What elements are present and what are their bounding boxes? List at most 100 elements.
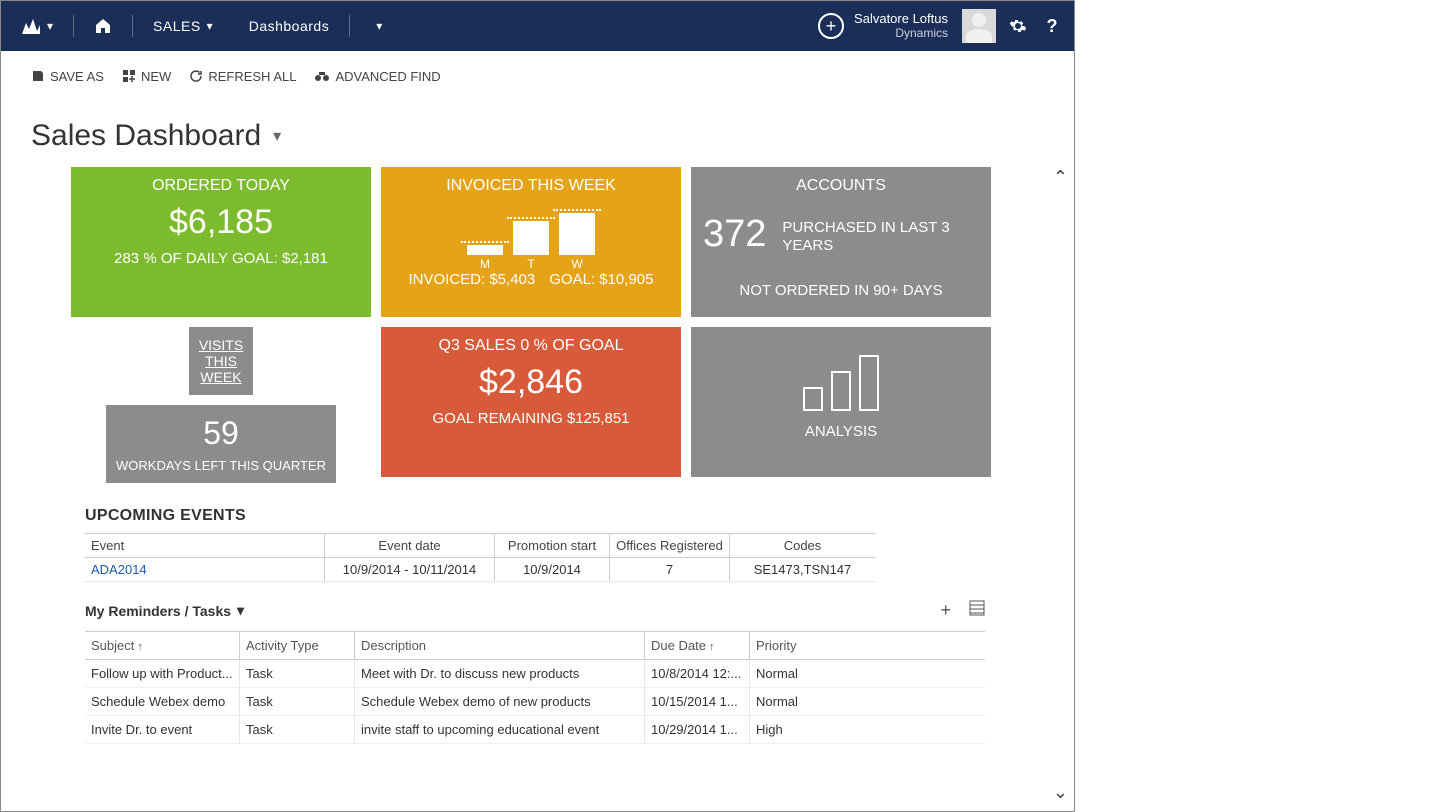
card-title: ACCOUNTS xyxy=(796,177,886,195)
col-type[interactable]: Activity Type xyxy=(240,632,355,659)
user-org: Dynamics xyxy=(854,27,948,40)
list-icon xyxy=(969,600,985,616)
app-window: ▾ SALES ▾ Dashboards ▾ + Sal xyxy=(0,0,1075,812)
col-promo[interactable]: Promotion start xyxy=(495,534,610,557)
col-codes[interactable]: Codes xyxy=(730,534,875,557)
task-type: Task xyxy=(240,660,355,687)
scroll-up-button[interactable]: ⌃ xyxy=(1053,167,1068,188)
avatar[interactable] xyxy=(962,9,996,43)
refresh-label: REFRESH ALL xyxy=(208,69,296,84)
col-date[interactable]: Event date xyxy=(325,534,495,557)
add-button[interactable]: + xyxy=(818,13,844,39)
nav-dashboards-dropdown[interactable]: ▾ xyxy=(360,13,392,39)
bar-t: T xyxy=(513,221,549,255)
visits-label: VISITS THIS WEEK xyxy=(199,337,243,385)
events-table: Event Event date Promotion start Offices… xyxy=(85,533,875,582)
logo-button[interactable]: ▾ xyxy=(11,11,63,41)
workdays-value: 59 xyxy=(203,415,239,452)
card-invoiced-week[interactable]: INVOICED THIS WEEK M T W INVOICED: $5,40… xyxy=(381,167,681,317)
upcoming-events-section: UPCOMING EVENTS Event Event date Promoti… xyxy=(1,477,1074,582)
page-title-row: Sales Dashboard ▾ xyxy=(1,91,1074,167)
card-title: Q3 SALES 0 % OF GOAL xyxy=(439,337,624,355)
chevron-down-icon: ▾ xyxy=(47,19,53,33)
settings-button[interactable] xyxy=(1006,14,1030,38)
events-row[interactable]: ADA2014 10/9/2014 - 10/11/2014 10/9/2014… xyxy=(85,558,875,582)
col-offices[interactable]: Offices Registered xyxy=(610,534,730,557)
card-q3-sales[interactable]: Q3 SALES 0 % OF GOAL $2,846 GOAL REMAINI… xyxy=(381,327,681,477)
accounts-row: 372 PURCHASED IN LAST 3 YEARS xyxy=(703,209,979,264)
event-date: 10/9/2014 - 10/11/2014 xyxy=(325,558,495,581)
advanced-find-button[interactable]: ADVANCED FIND xyxy=(314,69,440,84)
card-title: ORDERED TODAY xyxy=(152,177,290,195)
card-analysis[interactable]: ANALYSIS xyxy=(691,327,991,477)
scroll-down-button[interactable]: ⌄ xyxy=(1053,782,1068,803)
col-due[interactable]: Due Date xyxy=(645,632,750,659)
card-workdays[interactable]: 59 WORKDAYS LEFT THIS QUARTER xyxy=(106,405,336,483)
reminders-title-dropdown[interactable]: My Reminders / Tasks ▾ xyxy=(85,602,244,619)
card-ordered-today[interactable]: ORDERED TODAY $6,185 283 % OF DAILY GOAL… xyxy=(71,167,371,317)
workdays-sub: WORKDAYS LEFT THIS QUARTER xyxy=(116,458,326,473)
nav-right: + Salvatore Loftus Dynamics ? xyxy=(818,9,1064,43)
task-subject: Follow up with Product... xyxy=(85,660,240,687)
task-row[interactable]: Follow up with Product... Task Meet with… xyxy=(85,660,985,688)
analysis-icon xyxy=(803,351,879,411)
advanced-find-label: ADVANCED FIND xyxy=(335,69,440,84)
nav-dashboards[interactable]: Dashboards xyxy=(239,12,340,40)
card-value: $2,846 xyxy=(479,363,583,402)
refresh-button[interactable]: REFRESH ALL xyxy=(189,69,296,84)
command-toolbar: SAVE AS NEW REFRESH ALL ADVANCED FIND xyxy=(1,51,1074,91)
nav-sales[interactable]: SALES ▾ xyxy=(143,12,223,40)
task-priority: Normal xyxy=(750,660,900,687)
bar-icon xyxy=(831,371,851,411)
col-event[interactable]: Event xyxy=(85,534,325,557)
reminders-header: My Reminders / Tasks ▾ + xyxy=(85,600,985,621)
invoiced-amount: INVOICED: $5,403 xyxy=(409,271,536,288)
gear-icon xyxy=(1009,17,1027,35)
task-priority: High xyxy=(750,716,900,743)
bar-icon xyxy=(803,387,823,411)
list-view-button[interactable] xyxy=(969,600,985,621)
invoiced-goal: GOAL: $10,905 xyxy=(549,271,653,288)
refresh-icon xyxy=(189,69,203,83)
card-accounts[interactable]: ACCOUNTS 372 PURCHASED IN LAST 3 YEARS N… xyxy=(691,167,991,317)
cards-area: ⌃ ORDERED TODAY $6,185 283 % OF DAILY GO… xyxy=(1,167,1074,477)
events-heading: UPCOMING EVENTS xyxy=(85,507,1024,525)
bar-icon xyxy=(859,355,879,411)
reminders-toolbar: + xyxy=(940,600,985,621)
task-row[interactable]: Schedule Webex demo Task Schedule Webex … xyxy=(85,688,985,716)
user-block[interactable]: Salvatore Loftus Dynamics xyxy=(854,12,948,39)
nav-sales-label: SALES xyxy=(153,18,201,34)
task-type: Task xyxy=(240,716,355,743)
nav-separator xyxy=(349,15,350,37)
chevron-down-icon: ▾ xyxy=(207,19,213,33)
event-link[interactable]: ADA2014 xyxy=(85,558,325,581)
task-due: 10/8/2014 12:... xyxy=(645,660,750,687)
event-codes: SE1473,TSN147 xyxy=(730,558,875,581)
card-visits-workdays: VISITS THIS WEEK 59 WORKDAYS LEFT THIS Q… xyxy=(71,327,371,477)
tasks-header-row: Subject Activity Type Description Due Da… xyxy=(85,632,985,660)
binoculars-icon xyxy=(314,69,330,83)
col-subject[interactable]: Subject xyxy=(85,632,240,659)
task-row[interactable]: Invite Dr. to event Task invite staff to… xyxy=(85,716,985,744)
add-task-button[interactable]: + xyxy=(940,600,951,621)
bar-w: W xyxy=(559,213,595,255)
card-visits[interactable]: VISITS THIS WEEK xyxy=(189,327,253,395)
help-button[interactable]: ? xyxy=(1040,14,1064,38)
card-footer: NOT ORDERED IN 90+ DAYS xyxy=(739,282,942,299)
task-due: 10/29/2014 1... xyxy=(645,716,750,743)
accounts-sub: PURCHASED IN LAST 3 YEARS xyxy=(782,219,979,254)
col-priority[interactable]: Priority xyxy=(750,632,900,659)
col-desc[interactable]: Description xyxy=(355,632,645,659)
top-navbar: ▾ SALES ▾ Dashboards ▾ + Sal xyxy=(1,1,1074,51)
page-title: Sales Dashboard xyxy=(31,119,261,153)
task-desc: Meet with Dr. to discuss new products xyxy=(355,660,645,687)
events-header-row: Event Event date Promotion start Offices… xyxy=(85,534,875,558)
dashboard-selector[interactable]: ▾ xyxy=(273,126,281,146)
new-button[interactable]: NEW xyxy=(122,69,171,84)
task-subject: Schedule Webex demo xyxy=(85,688,240,715)
card-title: INVOICED THIS WEEK xyxy=(446,177,616,195)
user-name: Salvatore Loftus xyxy=(854,12,948,26)
nav-separator xyxy=(73,15,74,37)
home-button[interactable] xyxy=(84,11,122,41)
save-as-button[interactable]: SAVE AS xyxy=(31,69,104,84)
